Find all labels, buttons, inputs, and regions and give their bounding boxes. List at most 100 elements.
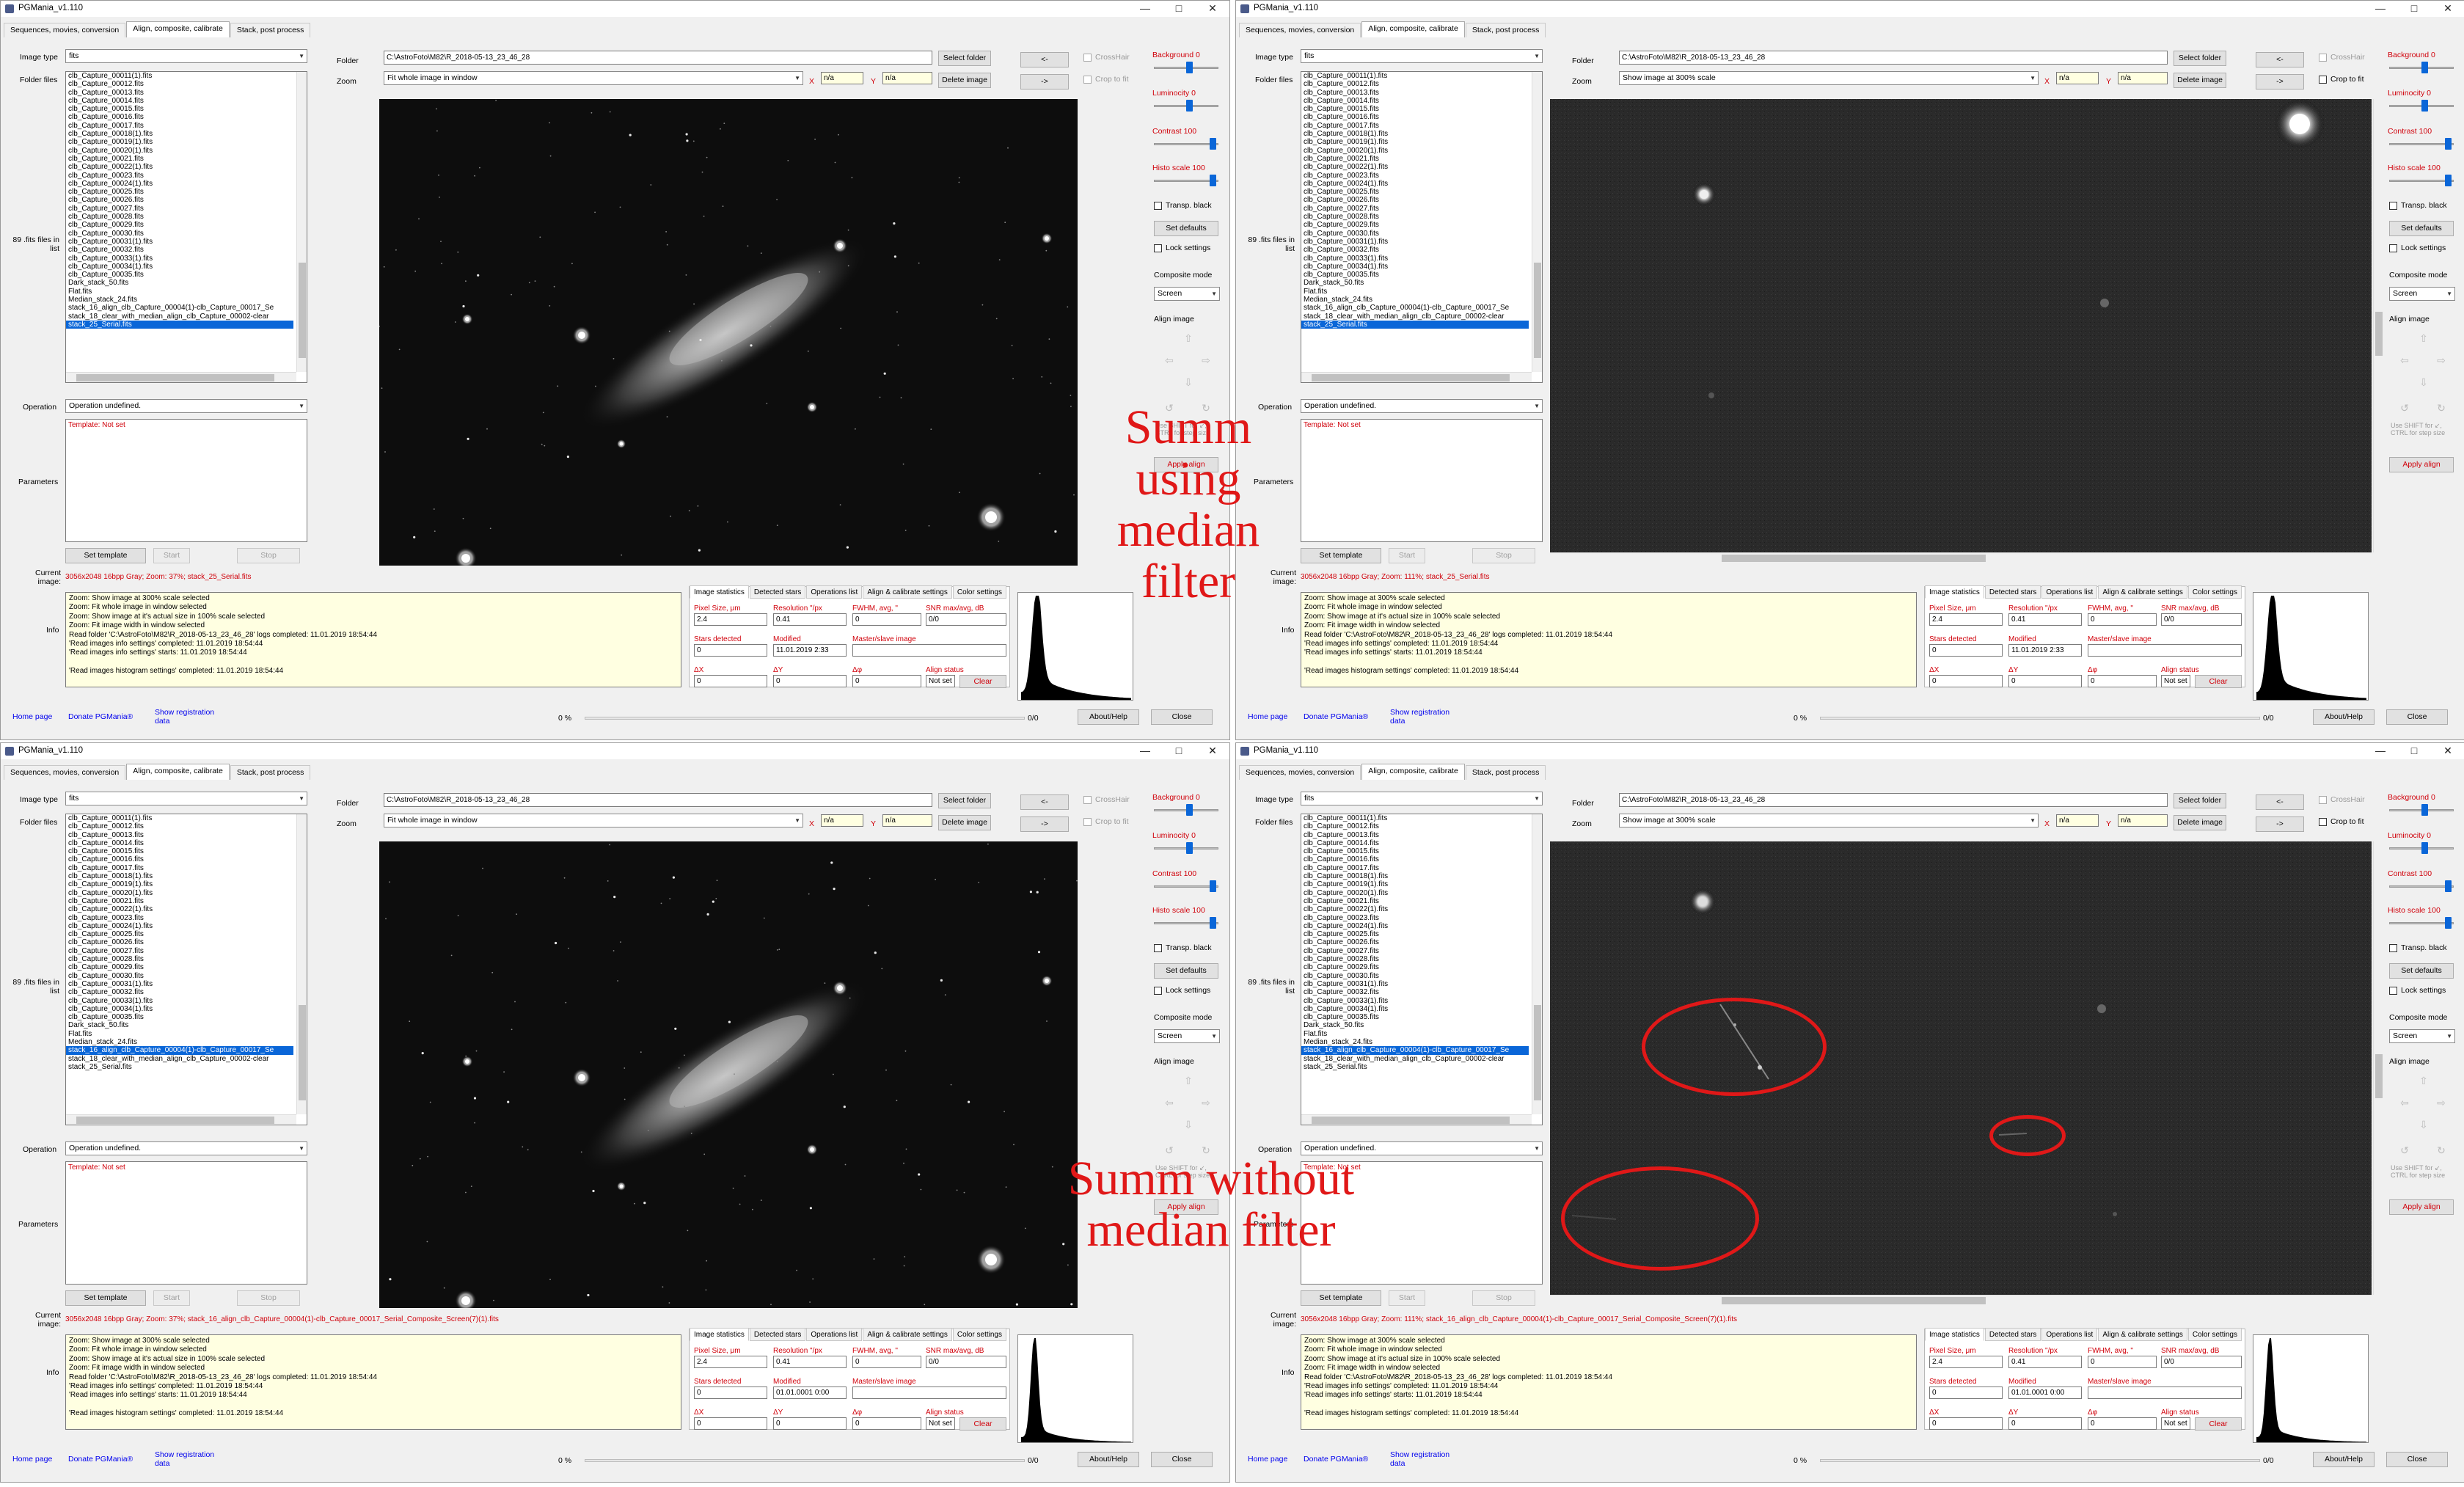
set-template-button[interactable]: Set template <box>65 548 146 563</box>
list-item[interactable]: clb_Capture_00021.fits <box>66 897 293 905</box>
list-item[interactable]: clb_Capture_00033(1).fits <box>66 255 293 263</box>
donate-link[interactable]: Donate PGMania® <box>1304 712 1368 721</box>
delete-image-button[interactable]: Delete image <box>2174 73 2226 88</box>
list-item[interactable]: clb_Capture_00019(1).fits <box>1301 138 1529 146</box>
donate-link[interactable]: Donate PGMania® <box>1304 1455 1368 1464</box>
clear-button[interactable]: Clear <box>2195 675 2242 688</box>
list-item[interactable]: Flat.fits <box>66 1030 293 1038</box>
select-folder-button[interactable]: Select folder <box>938 793 991 808</box>
close-button[interactable]: Close <box>2386 1452 2448 1467</box>
stats-tab-1[interactable]: Detected stars <box>1984 585 2041 599</box>
scrollbar-thumb[interactable] <box>1722 1297 1986 1304</box>
list-item[interactable]: clb_Capture_00013.fits <box>66 89 293 97</box>
list-item[interactable]: clb_Capture_00016.fits <box>1301 113 1529 121</box>
maximize-icon[interactable]: □ <box>2397 1 2431 17</box>
list-item[interactable]: clb_Capture_00011(1).fits <box>66 72 293 80</box>
start-button[interactable]: Start <box>1389 1290 1425 1306</box>
stop-button[interactable]: Stop <box>237 548 300 563</box>
list-item[interactable]: clb_Capture_00035.fits <box>66 271 293 279</box>
list-item[interactable]: clb_Capture_00034(1).fits <box>1301 263 1529 271</box>
stats-tab-0[interactable]: Image statistics <box>690 585 749 599</box>
close-icon[interactable]: ✕ <box>1196 1 1229 17</box>
list-item[interactable]: clb_Capture_00017.fits <box>66 864 293 872</box>
list-item[interactable]: clb_Capture_00030.fits <box>66 972 293 980</box>
file-list-scrollbar[interactable] <box>296 814 307 1114</box>
list-item[interactable]: clb_Capture_00031(1).fits <box>66 980 293 988</box>
scrollbar-thumb[interactable] <box>1722 555 1986 562</box>
list-item[interactable]: stack_25_Serial.fits <box>1301 1063 1529 1071</box>
list-item[interactable]: clb_Capture_00024(1).fits <box>1301 180 1529 188</box>
close-icon[interactable]: ✕ <box>2431 1 2464 17</box>
stats-tab-3[interactable]: Align & calibrate settings <box>2098 585 2187 599</box>
home-page-link[interactable]: Home page <box>12 712 52 721</box>
list-item[interactable]: Dark_stack_50.fits <box>1301 279 1529 287</box>
clear-button[interactable]: Clear <box>959 675 1006 688</box>
scrollbar-thumb[interactable] <box>1312 1117 1510 1124</box>
folder-path-field[interactable]: C:\AstroFoto\M82\R_2018-05-13_23_46_28 <box>1619 51 2168 65</box>
list-item[interactable]: stack_25_Serial.fits <box>1301 320 1529 329</box>
transp-black-checkbox[interactable] <box>1154 202 1162 210</box>
arrow-up-icon[interactable]: ⇧ <box>2408 331 2439 347</box>
folder-file-list[interactable]: clb_Capture_00011(1).fits clb_Capture_000… <box>1301 814 1543 1125</box>
list-item[interactable]: clb_Capture_00030.fits <box>1301 972 1529 980</box>
list-item[interactable]: clb_Capture_00035.fits <box>66 1013 293 1021</box>
rotate-left-icon[interactable]: ↺ <box>2389 401 2420 417</box>
list-item[interactable]: Dark_stack_50.fits <box>66 279 293 287</box>
list-item[interactable]: stack_16_align_clb_Capture_00004(1)-clb_… <box>66 304 293 312</box>
list-item[interactable]: Median_stack_24.fits <box>1301 1038 1529 1046</box>
select-folder-button[interactable]: Select folder <box>2174 51 2226 66</box>
list-item[interactable]: clb_Capture_00012.fits <box>66 822 293 830</box>
slider-contrast[interactable] <box>2386 137 2457 150</box>
show-registration-link[interactable]: Show registration data <box>155 708 228 726</box>
list-item[interactable]: clb_Capture_00028.fits <box>1301 955 1529 963</box>
list-item[interactable]: Median_stack_24.fits <box>66 296 293 304</box>
slider-histo[interactable] <box>2386 174 2457 187</box>
slider-knob[interactable] <box>1186 100 1193 112</box>
list-item[interactable]: clb_Capture_00027.fits <box>1301 947 1529 955</box>
operation-select[interactable]: Operation undefined. ▼ <box>65 1141 307 1155</box>
list-item[interactable]: clb_Capture_00034(1).fits <box>66 263 293 271</box>
list-item[interactable]: clb_Capture_00011(1).fits <box>1301 814 1529 822</box>
slider-knob[interactable] <box>2445 917 2452 929</box>
list-item[interactable]: clb_Capture_00029.fits <box>1301 963 1529 971</box>
folder-file-list[interactable]: clb_Capture_00011(1).fits clb_Capture_000… <box>1301 71 1543 383</box>
arrow-up-icon[interactable]: ⇧ <box>1173 331 1204 347</box>
slider-background[interactable] <box>1151 61 1221 74</box>
slider-luminosity[interactable] <box>1151 99 1221 112</box>
list-item[interactable]: clb_Capture_00012.fits <box>1301 80 1529 88</box>
list-item[interactable]: clb_Capture_00027.fits <box>1301 205 1529 213</box>
list-item[interactable]: clb_Capture_00028.fits <box>1301 213 1529 221</box>
set-defaults-button[interactable]: Set defaults <box>2389 963 2454 979</box>
list-item[interactable]: clb_Capture_00011(1).fits <box>1301 72 1529 80</box>
delete-image-button[interactable]: Delete image <box>938 73 991 88</box>
list-item[interactable]: clb_Capture_00018(1).fits <box>66 130 293 138</box>
nav-next-button[interactable]: -> <box>2256 816 2304 832</box>
tab-1[interactable]: Align, composite, calibrate <box>1361 21 1465 37</box>
list-item[interactable]: stack_25_Serial.fits <box>66 320 293 329</box>
list-item[interactable]: clb_Capture_00031(1).fits <box>1301 980 1529 988</box>
list-item[interactable]: clb_Capture_00031(1).fits <box>1301 238 1529 246</box>
clear-button[interactable]: Clear <box>2195 1417 2242 1431</box>
image-type-select[interactable]: fits ▼ <box>65 792 307 805</box>
arrow-right-icon[interactable]: ⇨ <box>1191 353 1221 369</box>
minimize-icon[interactable]: — <box>1128 1 1162 17</box>
list-item[interactable]: clb_Capture_00020(1).fits <box>66 147 293 155</box>
list-item[interactable]: clb_Capture_00029.fits <box>1301 221 1529 229</box>
viewer-vscrollbar[interactable] <box>2373 99 2383 552</box>
donate-link[interactable]: Donate PGMania® <box>68 1455 133 1464</box>
list-item[interactable]: clb_Capture_00022(1).fits <box>66 163 293 171</box>
list-item[interactable]: clb_Capture_00015.fits <box>66 847 293 855</box>
slider-knob[interactable] <box>2421 842 2428 854</box>
tab-2[interactable]: Stack, post process <box>1465 23 1546 37</box>
list-item[interactable]: clb_Capture_00018(1).fits <box>66 872 293 880</box>
stats-tab-1[interactable]: Detected stars <box>1984 1328 2041 1341</box>
list-item[interactable]: clb_Capture_00014.fits <box>66 97 293 105</box>
list-item[interactable]: clb_Capture_00035.fits <box>1301 271 1529 279</box>
about-help-button[interactable]: About/Help <box>2313 1452 2375 1467</box>
list-item[interactable]: stack_18_clear_with_median_align_clb_Cap… <box>1301 1055 1529 1063</box>
list-item[interactable]: clb_Capture_00013.fits <box>66 831 293 839</box>
nav-prev-button[interactable]: <- <box>2256 52 2304 67</box>
list-item[interactable]: clb_Capture_00033(1).fits <box>1301 997 1529 1005</box>
list-item[interactable]: Dark_stack_50.fits <box>66 1021 293 1029</box>
close-icon[interactable]: ✕ <box>1196 743 1229 759</box>
